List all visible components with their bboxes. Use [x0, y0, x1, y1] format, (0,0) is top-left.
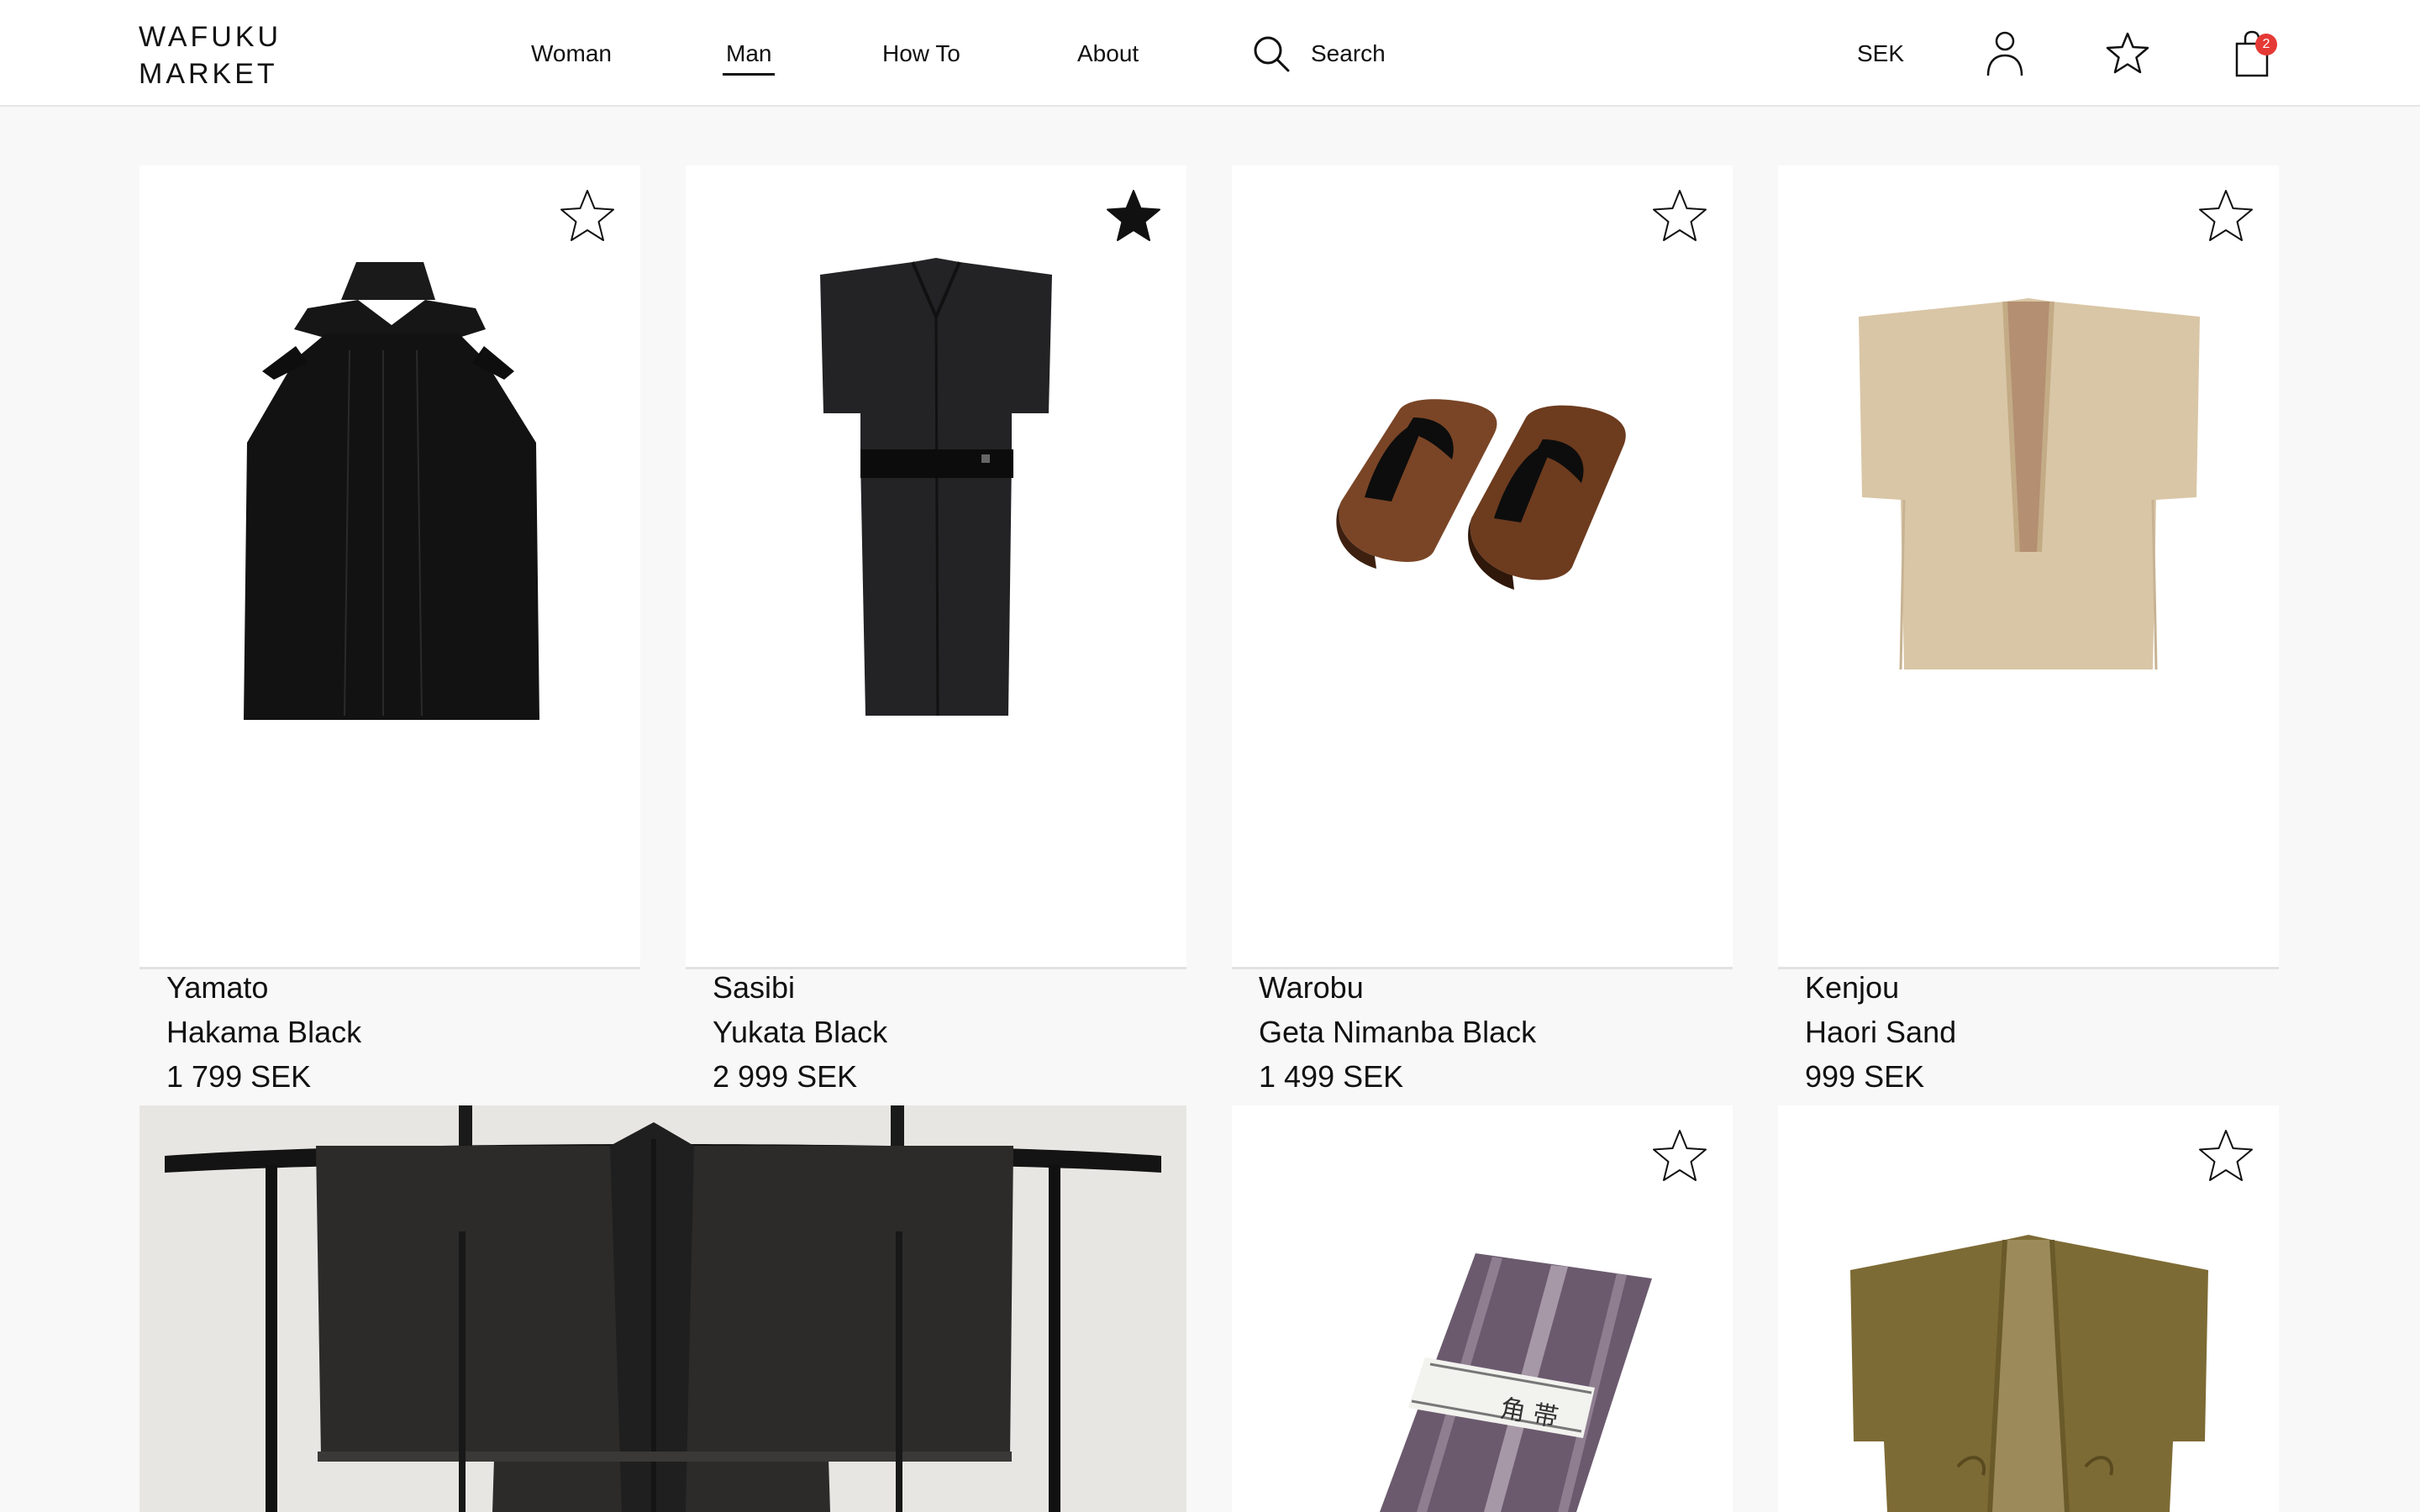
product-brand: Sasibi [713, 970, 796, 1005]
product-image-haori [1778, 165, 2279, 804]
featured-image[interactable] [139, 1105, 1186, 1512]
product-brand: Warobu [1259, 970, 1364, 1005]
star-filled-icon [1107, 190, 1160, 241]
search-button[interactable]: Search [1252, 32, 1386, 76]
site-header: WAFUKU MARKET Woman Man How To About Sea… [0, 0, 2420, 107]
product-image-geta [1232, 165, 1733, 804]
product-card[interactable]: Yamato Hakama Black 1 799 SEK [139, 165, 640, 1094]
brand-line-2: MARKET [139, 58, 278, 90]
product-name: Hakama Black [166, 1015, 362, 1049]
product-info: Kenjou Haori Sand 999 SEK [1805, 965, 1956, 1099]
star-outline-icon [2199, 1130, 2253, 1181]
search-icon [1254, 36, 1290, 72]
product-price: 2 999 SEK [713, 1059, 858, 1094]
kimono-stand-photo [139, 1105, 1186, 1512]
product-card[interactable] [1778, 1105, 2279, 1512]
star-outline-icon [1653, 190, 1707, 241]
user-icon [1986, 31, 2023, 76]
product-image-yukata [686, 165, 1186, 804]
brand-logo[interactable]: WAFUKU MARKET [139, 18, 281, 92]
product-brand: Kenjou [1805, 970, 1900, 1005]
currency-selector[interactable]: SEK [1857, 37, 1904, 71]
star-outline-icon [1653, 1130, 1707, 1181]
product-price: 1 499 SEK [1259, 1059, 1404, 1094]
nav-man[interactable]: Man [722, 37, 776, 76]
favorite-toggle[interactable] [2196, 1127, 2255, 1186]
star-outline-icon [560, 190, 614, 241]
product-card[interactable]: Warobu Geta Nimanba Black 1 499 SEK [1232, 165, 1733, 1094]
product-price: 1 799 SEK [166, 1059, 312, 1094]
product-card[interactable]: Kenjou Haori Sand 999 SEK [1778, 165, 2279, 1094]
product-name: Yukata Black [713, 1015, 888, 1049]
favorite-toggle[interactable] [558, 187, 617, 246]
star-outline-icon [2199, 190, 2253, 241]
product-info: Sasibi Yukata Black 2 999 SEK [713, 965, 887, 1099]
product-card[interactable]: 角 帯 [1232, 1105, 1733, 1512]
product-info: Yamato Hakama Black 1 799 SEK [166, 965, 361, 1099]
star-outline-icon [2106, 32, 2149, 74]
cart-count-badge: 2 [2255, 34, 2277, 55]
product-info: Warobu Geta Nimanba Black 1 499 SEK [1259, 965, 1536, 1099]
nav-how-to[interactable]: How To [882, 37, 960, 71]
search-label: Search [1311, 40, 1386, 66]
favorites-button[interactable] [2104, 29, 2151, 79]
nav-about[interactable]: About [1077, 37, 1139, 71]
favorite-toggle[interactable] [2196, 187, 2255, 246]
nav-woman[interactable]: Woman [531, 37, 612, 71]
brand-line-1: WAFUKU [139, 21, 282, 53]
product-card[interactable]: Sasibi Yukata Black 2 999 SEK [686, 165, 1186, 1094]
product-brand: Yamato [166, 970, 269, 1005]
product-price: 999 SEK [1805, 1059, 1925, 1094]
favorite-toggle[interactable] [1650, 187, 1709, 246]
favorite-toggle[interactable] [1104, 187, 1163, 246]
product-name: Geta Nimanba Black [1259, 1015, 1537, 1049]
account-button[interactable] [1981, 29, 2028, 79]
cart-button[interactable]: 2 [2228, 29, 2277, 79]
product-name: Haori Sand [1805, 1015, 1957, 1049]
product-image-hakama [139, 165, 640, 804]
favorite-toggle[interactable] [1650, 1127, 1709, 1186]
